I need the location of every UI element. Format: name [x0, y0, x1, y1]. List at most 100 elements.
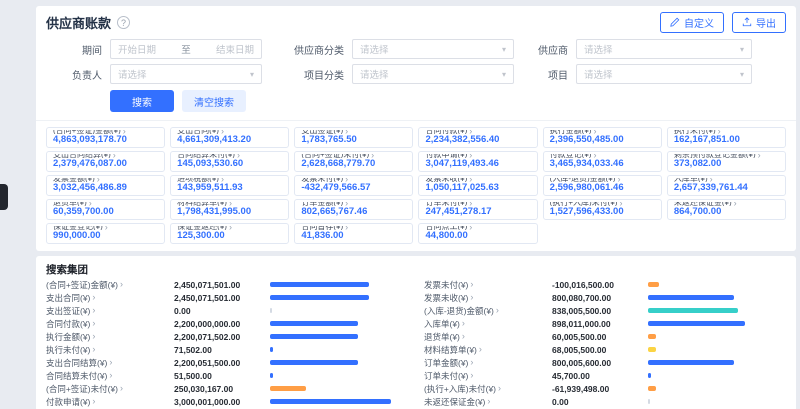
metric-row[interactable]: 材料结算单(¥) › 68,005,500.00 [424, 343, 786, 356]
kpi-grid: (合同+签证)金额(¥) › 4,863,093,178.70 支出合同(¥) … [46, 121, 786, 251]
period-separator: 至 [181, 42, 191, 56]
kpi-value: 1,783,765.50 [301, 134, 406, 145]
kpi-tile[interactable]: 合同点工(¥) › 44,800.00 [418, 223, 537, 244]
kpi-value: 2,379,476,087.00 [53, 158, 158, 169]
kpi-tile[interactable]: 订单未付(¥) › 247,451,278.17 [418, 199, 537, 220]
metric-row[interactable]: 付款申请(¥) › 3,000,001,000.00 [46, 395, 408, 408]
metric-row[interactable]: 发票未收(¥) › 800,080,700.00 [424, 291, 786, 304]
kpi-tile[interactable]: 发票未付(¥) › -432,479,566.57 [294, 175, 413, 196]
customize-button[interactable]: 自定义 [660, 12, 724, 33]
kpi-value: 864,700.00 [674, 206, 779, 217]
metric-row[interactable]: 支出合同(¥) › 2,450,071,501.00 [46, 291, 408, 304]
metric-label: 支出合同结算(¥) › [46, 357, 174, 369]
kpi-tile[interactable]: 执行未付(¥) › 162,167,851.00 [667, 127, 786, 148]
kpi-tile[interactable]: 订单金额(¥) › 802,665,767.46 [294, 199, 413, 220]
kpi-tile[interactable]: 发票未收(¥) › 1,050,117,025.63 [418, 175, 537, 196]
owner-select[interactable]: 请选择 ▾ [110, 64, 262, 84]
kpi-tile[interactable]: 付款登记(¥) › 3,465,934,033.46 [543, 151, 662, 172]
metric-row[interactable]: (入库-退货)金额(¥) › 838,005,500.00 [424, 304, 786, 317]
chevron-right-icon: › [479, 345, 482, 354]
metric-label: 退货单(¥) › [424, 331, 552, 343]
metric-row[interactable]: 订单金额(¥) › 800,005,600.00 [424, 356, 786, 369]
kpi-value: 2,628,668,779.70 [301, 158, 406, 169]
metric-row[interactable]: (执行+入库)未付(¥) › -61,939,498.00 [424, 382, 786, 395]
metric-bar-track [270, 295, 408, 300]
kpi-tile[interactable]: 付款申请(¥) › 3,047,119,493.46 [418, 151, 537, 172]
metric-bar [648, 373, 651, 378]
kpi-tile[interactable]: 合同付款(¥) › 2,234,382,556.40 [418, 127, 537, 148]
metric-row[interactable]: 执行未付(¥) › 71,502.00 [46, 343, 408, 356]
kpi-tile[interactable]: (合同+签证)金额(¥) › 4,863,093,178.70 [46, 127, 165, 148]
kpi-tile[interactable]: 保证金登记(¥) › 990,000.00 [46, 223, 165, 244]
metric-row[interactable]: 支出合同结算(¥) › 2,200,051,500.00 [46, 356, 408, 369]
kpi-tile[interactable]: 进项税额(¥) › 143,959,511.93 [170, 175, 289, 196]
filter-label-project: 项目 [524, 67, 568, 82]
metric-bar-track [648, 295, 786, 300]
kpi-tile[interactable]: 支出合同(¥) › 4,661,309,413.20 [170, 127, 289, 148]
help-icon[interactable]: ? [117, 16, 130, 29]
edit-icon [670, 17, 680, 27]
kpi-value: 2,396,550,485.00 [550, 134, 655, 145]
kpi-tile[interactable]: 入库单(¥) › 2,657,339,761.44 [667, 175, 786, 196]
supplier-category-select[interactable]: 请选择 ▾ [352, 39, 514, 59]
metric-row[interactable]: 合同付款(¥) › 2,200,000,000.00 [46, 317, 408, 330]
kpi-tile[interactable]: 未返还保证金(¥) › 864,700.00 [667, 199, 786, 220]
kpi-value: 802,665,767.46 [301, 206, 406, 217]
kpi-tile[interactable]: 保证金返还(¥) › 125,300.00 [170, 223, 289, 244]
metric-row[interactable]: (合同+签证)未付(¥) › 250,030,167.00 [46, 382, 408, 395]
kpi-tile[interactable]: 退货单(¥) › 60,359,700.00 [46, 199, 165, 220]
export-button-label: 导出 [756, 15, 776, 30]
metric-bar-track [270, 360, 408, 365]
sidebar-collapse-handle[interactable] [0, 184, 8, 210]
chevron-right-icon: › [92, 293, 95, 302]
kpi-tile[interactable]: 剩余预付款登记金额(¥) › 373,082.00 [667, 151, 786, 172]
chevron-right-icon: › [496, 306, 499, 315]
project-category-select[interactable]: 请选择 ▾ [352, 64, 514, 84]
kpi-tile[interactable]: 支出签证(¥) › 1,783,765.50 [294, 127, 413, 148]
metric-value: 2,200,071,502.00 [174, 332, 270, 342]
export-icon [742, 17, 752, 27]
period-start-placeholder: 开始日期 [118, 42, 156, 56]
kpi-tile[interactable]: 材料结算单(¥) › 1,798,431,995.00 [170, 199, 289, 220]
metric-row[interactable]: 合同结算未付(¥) › 51,500.00 [46, 369, 408, 382]
metric-bar-track [648, 373, 786, 378]
metric-row[interactable]: 订单未付(¥) › 45,700.00 [424, 369, 786, 382]
metric-row[interactable]: 入库单(¥) › 898,011,000.00 [424, 317, 786, 330]
period-range-input[interactable]: 开始日期 至 结束日期 [110, 39, 262, 59]
metric-bar [270, 282, 369, 287]
metric-bar-track [270, 334, 408, 339]
chevron-right-icon: › [470, 280, 473, 289]
kpi-value: 990,000.00 [53, 230, 158, 241]
metric-bar-track [648, 282, 786, 287]
metric-label: (执行+入库)未付(¥) › [424, 383, 552, 395]
metric-row[interactable]: 支出签证(¥) › 0.00 [46, 304, 408, 317]
project-select[interactable]: 请选择 ▾ [576, 64, 752, 84]
kpi-tile[interactable]: 执行金额(¥) › 2,396,550,485.00 [543, 127, 662, 148]
chevron-right-icon: › [498, 384, 501, 393]
metric-row[interactable]: (合同+签证)金额(¥) › 2,450,071,501.00 [46, 278, 408, 291]
supplier-select[interactable]: 请选择 ▾ [576, 39, 752, 59]
kpi-tile[interactable]: (执行+入库)未付(¥) › 1,527,596,433.00 [543, 199, 662, 220]
chevron-right-icon: › [470, 371, 473, 380]
export-button[interactable]: 导出 [732, 12, 786, 33]
metric-row[interactable]: 未返还保证金(¥) › 0.00 [424, 395, 786, 408]
metric-row[interactable]: 执行金额(¥) › 2,200,071,502.00 [46, 330, 408, 343]
kpi-tile[interactable]: (入库-退货)金额(¥) › 2,596,980,061.46 [543, 175, 662, 196]
metric-row[interactable]: 发票未付(¥) › -100,016,500.00 [424, 278, 786, 291]
kpi-value: 125,300.00 [177, 230, 282, 241]
search-button[interactable]: 搜索 [110, 90, 174, 112]
kpi-value: 3,032,456,486.89 [53, 182, 158, 193]
chevron-right-icon: › [92, 345, 95, 354]
metric-row[interactable]: 退货单(¥) › 60,005,500.00 [424, 330, 786, 343]
metric-label: 材料结算单(¥) › [424, 344, 552, 356]
kpi-tile[interactable]: 发票金额(¥) › 3,032,456,486.89 [46, 175, 165, 196]
kpi-value: 3,465,934,033.46 [550, 158, 655, 169]
metric-label: 支出签证(¥) › [46, 305, 174, 317]
kpi-tile[interactable]: 合同暂存(¥) › 41,836.00 [294, 223, 413, 244]
kpi-tile[interactable]: (合同+签证)未付(¥) › 2,628,668,779.70 [294, 151, 413, 172]
kpi-tile[interactable]: 支出合同结算(¥) › 2,379,476,087.00 [46, 151, 165, 172]
clear-search-button[interactable]: 清空搜索 [182, 90, 246, 112]
page-title: 供应商账款 [46, 13, 111, 32]
kpi-tile[interactable]: 合同结算未付(¥) › 145,093,530.60 [170, 151, 289, 172]
kpi-value: 162,167,851.00 [674, 134, 779, 145]
